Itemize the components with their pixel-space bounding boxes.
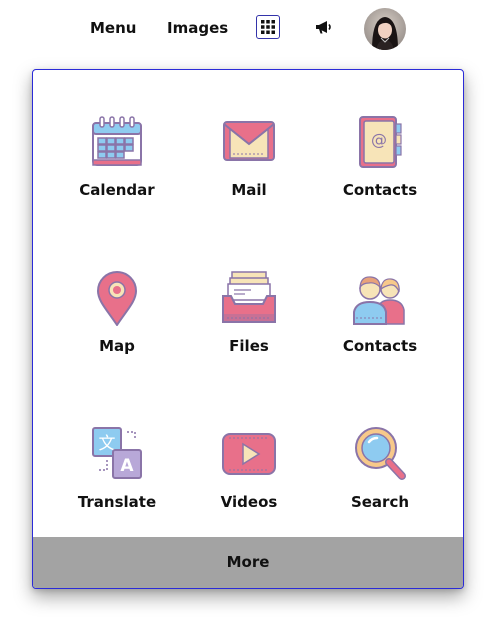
app-translate[interactable]: 文 A Translate xyxy=(52,426,182,546)
app-label: Map xyxy=(99,337,135,355)
mail-icon xyxy=(223,121,275,161)
top-bar: Menu Images xyxy=(0,0,490,56)
translate-icon: 文 A xyxy=(92,427,142,479)
app-label: Videos xyxy=(220,493,278,511)
video-play-icon xyxy=(222,433,276,475)
app-map[interactable]: Map xyxy=(52,270,182,390)
images-link[interactable]: Images xyxy=(167,18,228,38)
megaphone-icon[interactable] xyxy=(314,17,334,37)
app-videos[interactable]: Videos xyxy=(184,426,314,546)
calendar-icon xyxy=(92,116,142,166)
avatar[interactable] xyxy=(364,8,406,50)
app-calendar[interactable]: Calendar xyxy=(52,114,182,234)
app-label: Contacts xyxy=(342,181,418,199)
app-label: Files xyxy=(229,337,269,355)
more-button[interactable]: More xyxy=(33,537,463,588)
svg-text:A: A xyxy=(120,456,134,476)
app-label: Mail xyxy=(231,181,267,199)
menu-link[interactable]: Menu xyxy=(90,18,136,38)
magnifier-icon xyxy=(355,427,406,480)
app-mail[interactable]: Mail xyxy=(184,114,314,234)
people-icon xyxy=(353,276,405,325)
app-label: Search xyxy=(350,493,410,511)
avatar-image xyxy=(364,8,406,50)
app-search[interactable]: Search xyxy=(315,426,445,546)
app-label: Calendar xyxy=(79,181,155,199)
app-label: Translate xyxy=(77,493,157,511)
app-contacts-people[interactable]: Contacts xyxy=(315,270,445,390)
app-files[interactable]: Files xyxy=(184,270,314,390)
app-contacts-book[interactable]: @ Contacts xyxy=(315,114,445,234)
svg-text:@: @ xyxy=(371,130,387,149)
app-label: Contacts xyxy=(342,337,418,355)
apps-grid-button[interactable] xyxy=(256,15,280,39)
apps-panel: Calendar Mail @ Contacts Map Files Conta… xyxy=(32,69,464,589)
address-book-icon: @ xyxy=(359,116,402,168)
grid-icon xyxy=(261,20,275,34)
map-pin-icon xyxy=(96,271,138,326)
file-tray-icon xyxy=(222,271,276,323)
